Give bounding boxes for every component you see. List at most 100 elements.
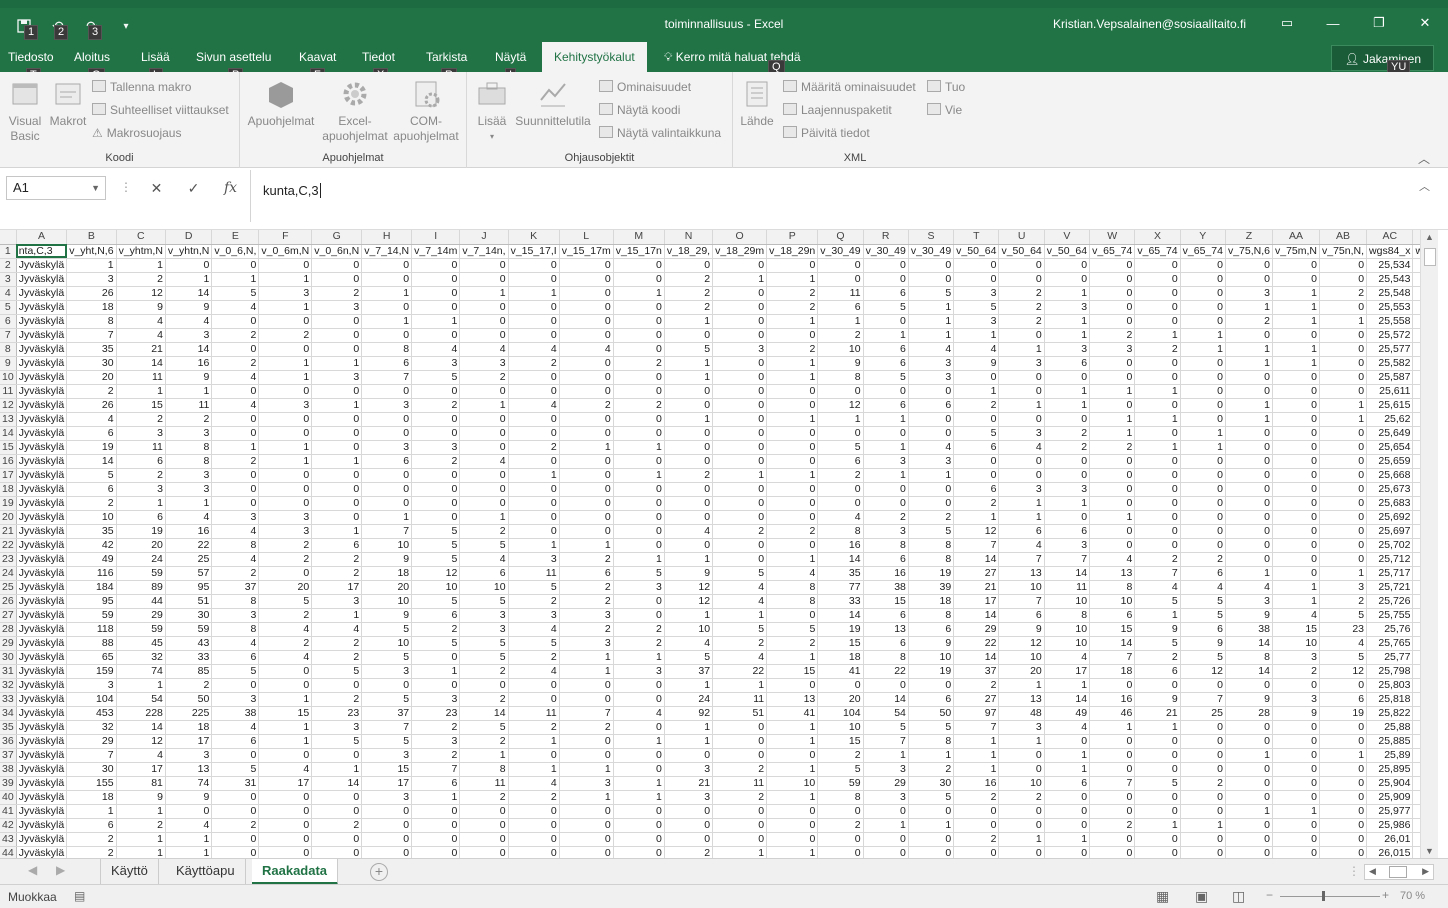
cell[interactable]: 0 xyxy=(712,426,768,441)
cell[interactable]: 0 xyxy=(1180,412,1226,427)
cell[interactable]: 1 xyxy=(1225,356,1273,371)
cell[interactable]: 0 xyxy=(1044,370,1091,385)
cell[interactable]: 35 xyxy=(66,342,117,357)
cell[interactable]: 18 xyxy=(1089,664,1136,679)
cell[interactable]: 0 xyxy=(361,328,413,343)
cell[interactable]: 18 xyxy=(817,650,864,665)
cell[interactable]: 0 xyxy=(559,384,614,399)
cell[interactable]: 5 xyxy=(459,594,509,609)
row-header[interactable]: 32 xyxy=(0,678,17,693)
cell[interactable]: 14 xyxy=(165,342,213,357)
cell[interactable]: 1 xyxy=(953,328,1000,343)
cell[interactable]: 0 xyxy=(559,846,614,858)
cell[interactable]: 13 xyxy=(766,692,819,707)
cell[interactable]: 0 xyxy=(165,804,213,819)
cell[interactable]: 1 xyxy=(863,748,909,763)
cell[interactable]: 3 xyxy=(361,440,413,455)
cell[interactable]: 8 xyxy=(211,594,260,609)
cell[interactable]: 0 xyxy=(613,818,665,833)
cell[interactable]: 0 xyxy=(1319,776,1368,791)
cell[interactable]: 4 xyxy=(712,594,768,609)
name-box[interactable]: A1 ▼ xyxy=(6,176,106,200)
cell[interactable]: 0 xyxy=(712,510,768,525)
row-header[interactable]: 4 xyxy=(0,286,17,301)
cell[interactable]: 62,268 xyxy=(1412,314,1420,329)
column-header[interactable]: AA xyxy=(1272,230,1321,245)
cell[interactable]: 5 xyxy=(817,440,864,455)
cell[interactable]: Jyväskylä xyxy=(16,342,68,357)
column-header[interactable]: Y xyxy=(1180,230,1226,245)
row-header[interactable]: 25 xyxy=(0,580,17,595)
cell[interactable]: 0 xyxy=(613,524,665,539)
cell[interactable]: Jyväskylä xyxy=(16,692,68,707)
cell[interactable]: 0 xyxy=(1225,538,1273,553)
cell[interactable]: 0 xyxy=(613,720,665,735)
cell[interactable]: 1 xyxy=(1225,342,1273,357)
cell[interactable]: 1 xyxy=(116,384,166,399)
cell[interactable]: 0 xyxy=(908,384,955,399)
cell[interactable]: 49 xyxy=(1044,706,1091,721)
cell[interactable]: 0 xyxy=(1134,370,1181,385)
cell[interactable]: 0 xyxy=(361,846,413,858)
cell[interactable]: 1 xyxy=(311,762,363,777)
cell[interactable]: 21 xyxy=(953,580,1000,595)
cell[interactable]: 3 xyxy=(411,692,461,707)
cell[interactable]: 8 xyxy=(1225,650,1273,665)
cell[interactable]: 0 xyxy=(508,426,560,441)
cell[interactable]: 20 xyxy=(116,538,166,553)
cell[interactable]: 42 xyxy=(66,538,117,553)
cell[interactable]: 0 xyxy=(1319,440,1368,455)
run-dialog-button[interactable]: Näytä valintaikkuna xyxy=(599,124,721,142)
cell[interactable]: 0 xyxy=(1180,538,1226,553)
cell[interactable]: 2 xyxy=(165,412,213,427)
cell[interactable]: 1 xyxy=(1044,748,1091,763)
cell[interactable]: 8 xyxy=(165,440,213,455)
cell[interactable]: 1 xyxy=(311,356,363,371)
cell[interactable]: 2 xyxy=(1134,650,1181,665)
cell[interactable]: 0 xyxy=(1089,734,1136,749)
cell[interactable]: 62,272 xyxy=(1412,804,1420,819)
cell[interactable]: 65 xyxy=(66,650,117,665)
formula-bar-splitter-icon[interactable]: ⋮ xyxy=(120,180,132,194)
cell[interactable]: 0 xyxy=(1134,468,1181,483)
cell[interactable]: 184 xyxy=(66,580,117,595)
cell[interactable]: 2 xyxy=(908,762,955,777)
row-header[interactable]: 39 xyxy=(0,776,17,791)
cell[interactable]: 2 xyxy=(559,594,614,609)
cell[interactable]: 6 xyxy=(953,482,1000,497)
cell[interactable]: 5 xyxy=(411,636,461,651)
cell[interactable]: 0 xyxy=(613,762,665,777)
cell[interactable]: 3 xyxy=(863,524,909,539)
cell[interactable]: 0 xyxy=(411,678,461,693)
cell[interactable]: 22 xyxy=(953,636,1000,651)
cell[interactable]: 0 xyxy=(953,804,1000,819)
cell[interactable]: 5 xyxy=(1134,776,1181,791)
cell[interactable]: 0 xyxy=(508,524,560,539)
cell[interactable]: 0 xyxy=(311,384,363,399)
cell[interactable]: 0 xyxy=(211,678,260,693)
cell[interactable]: v_65_74 xyxy=(1180,244,1226,259)
cell[interactable]: 4 xyxy=(712,580,768,595)
cell[interactable]: 0 xyxy=(1134,524,1181,539)
cell[interactable]: 10 xyxy=(766,776,819,791)
cell[interactable]: 5 xyxy=(953,426,1000,441)
cell[interactable]: 6 xyxy=(559,566,614,581)
cell[interactable]: 0 xyxy=(1272,384,1321,399)
cell[interactable]: 50 xyxy=(165,692,213,707)
row-header[interactable]: 12 xyxy=(0,398,17,413)
cell[interactable]: 15 xyxy=(817,734,864,749)
cell[interactable]: 37 xyxy=(664,664,714,679)
cell[interactable]: 0 xyxy=(1319,846,1368,858)
cell[interactable]: Jyväskylä xyxy=(16,734,68,749)
cell[interactable]: Jyväskylä xyxy=(16,650,68,665)
cell[interactable]: v_18_29n xyxy=(766,244,819,259)
cell[interactable]: 2 xyxy=(311,818,363,833)
cell[interactable]: 1 xyxy=(953,734,1000,749)
cell[interactable]: 0 xyxy=(766,510,819,525)
restore-icon[interactable]: ❐ xyxy=(1356,8,1402,38)
cell[interactable]: 225 xyxy=(165,706,213,721)
cell[interactable]: 1 xyxy=(1225,412,1273,427)
cell[interactable]: 0 xyxy=(766,440,819,455)
cell[interactable]: 8 xyxy=(817,524,864,539)
cell[interactable]: 1 xyxy=(66,804,117,819)
